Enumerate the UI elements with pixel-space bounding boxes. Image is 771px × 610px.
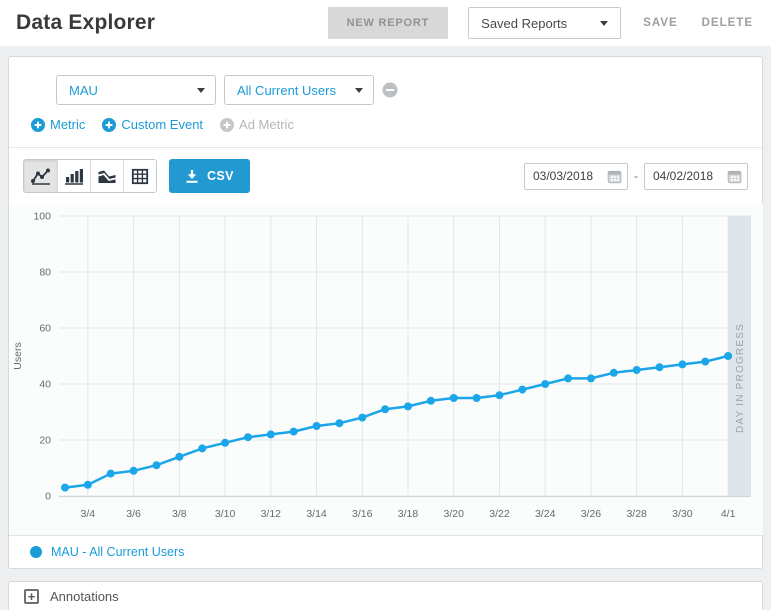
line-chart-canvas: 0 20 40 60 80 100 3/4 3/6 3/8 3/10 3/12 3/14 3/16 3/1… (10, 204, 763, 535)
svg-text:3/26: 3/26 (581, 508, 602, 520)
annotations-label: Annotations (50, 589, 119, 604)
bar-chart-type-button[interactable] (57, 160, 90, 192)
svg-text:DAY IN PROGRESS: DAY IN PROGRESS (735, 323, 746, 433)
delete-button[interactable]: DELETE (700, 11, 755, 35)
svg-text:3/18: 3/18 (398, 508, 419, 520)
svg-text:Users: Users (12, 342, 24, 369)
calendar-icon (607, 169, 622, 184)
topbar-actions: NEW REPORT Saved Reports SAVE DELETE (328, 7, 755, 39)
svg-text:3/10: 3/10 (215, 508, 236, 520)
chart-toolbar: CSV 03/03/2018 - 04/02/2018 (9, 148, 762, 204)
chart-area: 0 20 40 60 80 100 3/4 3/6 3/8 3/10 3/12 3/14 3/16 3/1… (9, 204, 762, 535)
remove-metric-button[interactable] (382, 82, 398, 98)
table-icon (130, 168, 150, 185)
area-chart-type-button[interactable] (90, 160, 123, 192)
add-custom-event-label: Custom Event (121, 117, 203, 132)
svg-text:3/22: 3/22 (489, 508, 510, 520)
end-date-input[interactable]: 04/02/2018 (644, 163, 748, 190)
save-button[interactable]: SAVE (641, 11, 679, 35)
plus-circle-icon (31, 118, 45, 132)
page-title: Data Explorer (16, 11, 155, 35)
chevron-down-icon (355, 88, 363, 93)
line-chart-type-button[interactable] (24, 160, 57, 192)
bar-chart-icon (64, 168, 84, 185)
chart-type-switcher (23, 159, 157, 193)
saved-reports-select[interactable]: Saved Reports (468, 7, 621, 39)
chevron-down-icon (600, 21, 608, 26)
topbar: Data Explorer NEW REPORT Saved Reports S… (0, 0, 771, 46)
svg-text:3/14: 3/14 (306, 508, 327, 520)
area-chart-icon (97, 168, 117, 185)
download-icon (185, 169, 199, 184)
date-range: 03/03/2018 - 04/02/2018 (524, 163, 748, 190)
metric-select-value: MAU (69, 83, 98, 98)
plus-circle-icon (102, 118, 116, 132)
series-color-dot (30, 546, 42, 558)
segment-select[interactable]: All Current Users (224, 75, 374, 105)
svg-text:3/12: 3/12 (261, 508, 282, 520)
svg-text:3/4: 3/4 (81, 508, 96, 520)
chart-legend[interactable]: MAU - All Current Users (9, 535, 762, 568)
add-ad-metric-link: Ad Metric (220, 117, 294, 132)
chevron-down-icon (197, 88, 205, 93)
svg-text:0: 0 (45, 491, 51, 503)
add-metric-link[interactable]: Metric (31, 117, 85, 132)
series-legend-label: MAU - All Current Users (51, 545, 184, 559)
new-report-button[interactable]: NEW REPORT (328, 7, 449, 39)
svg-text:60: 60 (39, 323, 51, 335)
svg-text:20: 20 (39, 435, 51, 447)
date-separator: - (634, 169, 638, 183)
start-date-input[interactable]: 03/03/2018 (524, 163, 628, 190)
svg-text:3/24: 3/24 (535, 508, 556, 520)
saved-reports-value: Saved Reports (481, 16, 567, 31)
svg-text:3/16: 3/16 (352, 508, 373, 520)
line-chart-icon (31, 168, 51, 185)
minus-circle-icon (382, 82, 398, 98)
svg-text:100: 100 (33, 211, 51, 223)
add-custom-event-link[interactable]: Custom Event (102, 117, 203, 132)
metric-select[interactable]: MAU (56, 75, 216, 105)
expand-annotations-icon[interactable]: + (24, 589, 39, 604)
svg-text:4/1: 4/1 (721, 508, 736, 520)
metric-row: MAU All Current Users (9, 57, 762, 105)
add-links-row: Metric Custom Event Ad Metric (9, 105, 762, 132)
add-ad-metric-label: Ad Metric (239, 117, 294, 132)
svg-text:3/30: 3/30 (672, 508, 693, 520)
report-panel: MAU All Current Users Metric (8, 56, 763, 569)
plus-circle-icon (220, 118, 234, 132)
svg-text:3/28: 3/28 (626, 508, 647, 520)
csv-download-button[interactable]: CSV (169, 159, 250, 193)
svg-text:80: 80 (39, 267, 51, 279)
svg-text:3/6: 3/6 (126, 508, 141, 520)
end-date-value: 04/02/2018 (653, 169, 713, 183)
table-chart-type-button[interactable] (123, 160, 156, 192)
start-date-value: 03/03/2018 (533, 169, 593, 183)
annotations-panel[interactable]: + Annotations (8, 581, 763, 610)
segment-select-value: All Current Users (237, 83, 336, 98)
calendar-icon (727, 169, 742, 184)
add-metric-label: Metric (50, 117, 85, 132)
csv-button-label: CSV (207, 169, 234, 183)
svg-text:3/8: 3/8 (172, 508, 187, 520)
svg-text:3/20: 3/20 (444, 508, 465, 520)
svg-text:40: 40 (39, 379, 51, 391)
